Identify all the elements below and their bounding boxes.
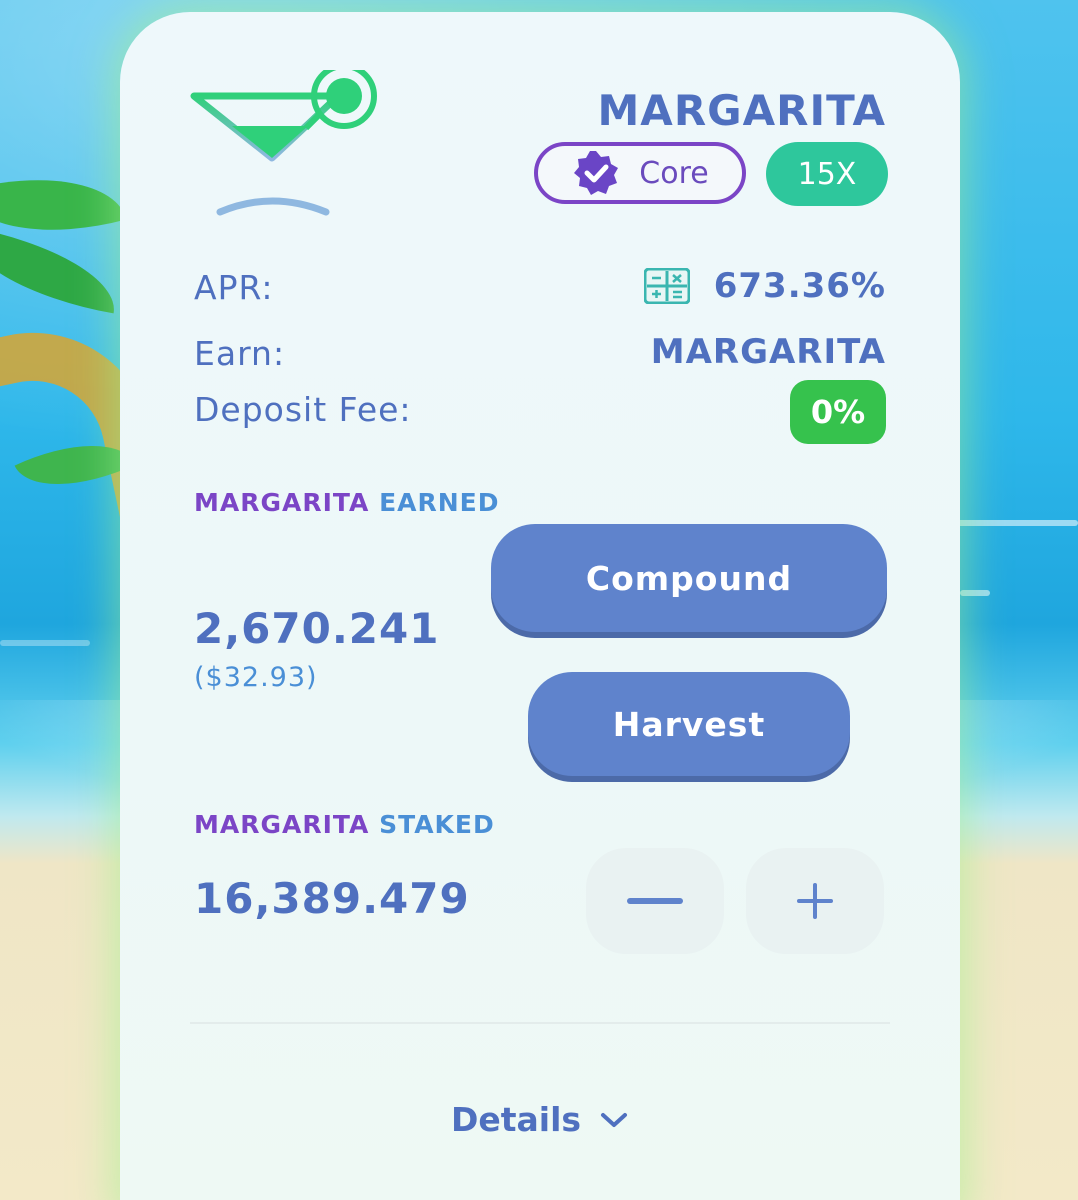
divider <box>190 1022 890 1024</box>
deposit-fee-label: Deposit Fee: <box>194 390 412 429</box>
compound-button[interactable]: Compound <box>491 524 887 632</box>
pool-title: MARGARITA <box>597 86 886 135</box>
apr-row: 673.36% <box>643 266 886 306</box>
apr-value: 673.36% <box>713 266 886 306</box>
earned-usd: ($32.93) <box>194 662 318 693</box>
cocktail-glass-icon <box>190 70 377 216</box>
apr-label: APR: <box>194 268 274 307</box>
staked-kind: STAKED <box>379 810 495 839</box>
plus-icon <box>797 883 833 919</box>
verified-badge-icon <box>574 151 619 195</box>
multiplier-badge: 15X <box>766 142 888 206</box>
earned-amount: 2,670.241 <box>194 604 440 653</box>
sea-line <box>960 590 990 596</box>
calculator-icon[interactable] <box>643 268 690 304</box>
earn-value: MARGARITA <box>650 332 886 372</box>
earn-label: Earn: <box>194 334 286 373</box>
earned-token: MARGARITA <box>194 488 370 517</box>
staked-token: MARGARITA <box>194 810 370 839</box>
staked-amount: 16,389.479 <box>194 874 470 923</box>
core-badge: Core <box>534 142 746 204</box>
farm-card: MARGARITA Core 15X APR: 673.36% Earn: MA… <box>120 12 960 1200</box>
staked-section-label: MARGARITA STAKED <box>194 810 495 839</box>
earned-section-label: MARGARITA EARNED <box>194 488 500 517</box>
chevron-down-icon <box>601 1112 628 1127</box>
deposit-fee-badge: 0% <box>790 380 886 444</box>
stake-button[interactable] <box>746 848 884 954</box>
minus-icon <box>627 898 683 904</box>
core-label: Core <box>639 155 709 191</box>
beach-background: MARGARITA Core 15X APR: 673.36% Earn: MA… <box>0 0 1078 1200</box>
details-toggle[interactable]: Details <box>120 1100 960 1139</box>
unstake-button[interactable] <box>586 848 724 954</box>
harvest-button[interactable]: Harvest <box>528 672 850 776</box>
earned-kind: EARNED <box>379 488 500 517</box>
details-label: Details <box>450 1100 582 1139</box>
